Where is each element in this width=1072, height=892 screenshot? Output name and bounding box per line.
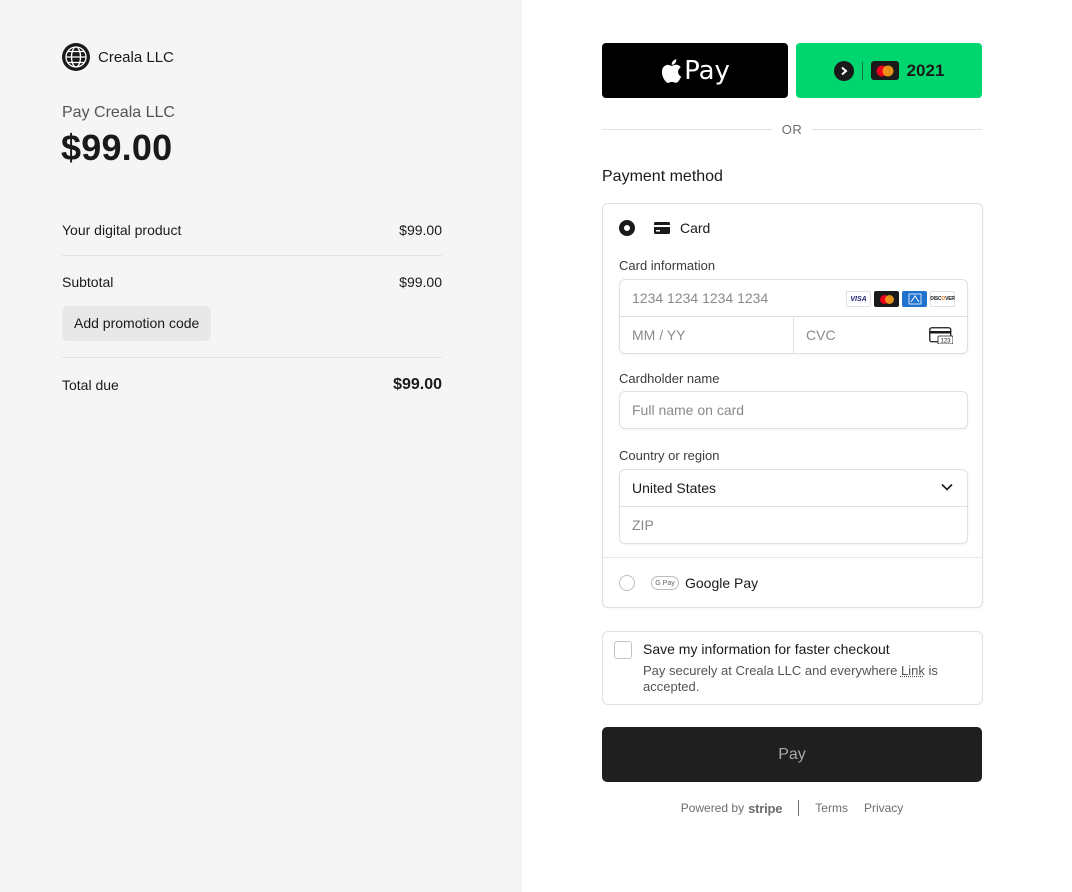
link-pay-button[interactable]: 2021: [796, 43, 982, 98]
total-label: Total due: [62, 377, 119, 393]
line-item-name: Your digital product: [62, 221, 182, 238]
payment-method-box: Card Card information 1234 1234 1234 123…: [602, 203, 983, 608]
billing-address-group: United States ZIP: [619, 469, 968, 544]
expiry-placeholder: MM / YY: [632, 327, 686, 343]
zip-input[interactable]: ZIP: [620, 507, 967, 543]
privacy-link[interactable]: Privacy: [864, 801, 903, 815]
cvc-placeholder: CVC: [806, 327, 836, 343]
footer: Powered by stripe Terms Privacy: [602, 800, 982, 816]
link-arrow-icon: [833, 60, 854, 81]
cardholder-name-label: Cardholder name: [619, 371, 720, 386]
amex-icon: [902, 291, 927, 307]
total-row: Total due $99.00: [62, 358, 442, 412]
cardholder-name-placeholder: Full name on card: [632, 402, 745, 418]
line-item-price: $99.00: [399, 221, 442, 238]
merchant-name: Creala LLC: [98, 48, 174, 66]
google-pay-radio[interactable]: [619, 575, 635, 591]
link-info-link[interactable]: Link: [901, 663, 925, 678]
country-select[interactable]: United States: [620, 470, 967, 506]
save-info-description: Pay securely at Creala LLC and everywher…: [643, 663, 963, 695]
express-checkout: Pay 2021: [602, 43, 982, 98]
cvc-input[interactable]: CVC 123: [794, 317, 967, 353]
link-card-year: 2021: [906, 60, 945, 80]
line-items: Your digital product $99.00 Subtotal $99…: [62, 213, 442, 412]
save-info-box: Save my information for faster checkout …: [602, 631, 983, 705]
pay-button[interactable]: Pay: [602, 727, 982, 782]
chevron-down-icon: [941, 483, 953, 491]
cardholder-name-group: Full name on card: [619, 391, 968, 429]
or-text: OR: [781, 122, 803, 137]
separator: [861, 61, 863, 80]
apple-pay-label: Pay: [684, 55, 730, 86]
card-number-placeholder: 1234 1234 1234 1234: [632, 290, 769, 306]
globe-icon: [62, 43, 90, 71]
powered-by-stripe[interactable]: Powered by stripe: [681, 801, 783, 816]
cardholder-name-input[interactable]: Full name on card: [620, 392, 967, 428]
line-item: Your digital product $99.00: [62, 213, 442, 246]
card-information-group: 1234 1234 1234 1234 VISA DISCOVER MM / Y…: [619, 279, 968, 354]
mastercard-icon: [870, 61, 899, 80]
card-option[interactable]: Card: [619, 220, 710, 236]
subtotal-label: Subtotal: [62, 274, 114, 290]
save-info-title: Save my information for faster checkout: [643, 641, 890, 657]
apple-icon: [661, 58, 682, 83]
footer-separator: [798, 800, 800, 816]
expiry-input[interactable]: MM / YY: [620, 317, 793, 353]
payment-panel: Pay 2021 OR Payment method Card Card inf…: [522, 0, 1072, 892]
discover-icon: DISCOVER: [930, 291, 955, 307]
card-brands: VISA DISCOVER: [846, 291, 955, 307]
visa-icon: VISA: [846, 291, 871, 307]
save-info-checkbox[interactable]: [614, 641, 632, 659]
card-icon: [654, 222, 670, 234]
amount-due: $99.00: [61, 127, 173, 168]
card-number-input[interactable]: 1234 1234 1234 1234 VISA DISCOVER: [620, 280, 967, 316]
terms-link[interactable]: Terms: [815, 801, 848, 815]
zip-placeholder: ZIP: [632, 517, 654, 533]
powered-by-text: Powered by: [680, 801, 745, 815]
apple-pay-button[interactable]: Pay: [602, 43, 788, 98]
card-radio[interactable]: [619, 220, 635, 236]
google-pay-badge-text: G Pay: [655, 579, 675, 587]
mastercard-icon: [874, 291, 899, 307]
card-information-label: Card information: [619, 258, 716, 273]
google-pay-icon: G Pay: [651, 576, 679, 590]
add-promotion-code-button[interactable]: Add promotion code: [62, 306, 212, 341]
subtotal-value: $99.00: [399, 274, 442, 290]
cvc-card-icon: 123: [929, 327, 953, 344]
or-divider: OR: [602, 122, 982, 137]
subtotal-row: Subtotal $99.00: [62, 256, 442, 306]
stripe-logo: stripe: [748, 800, 783, 816]
google-pay-option[interactable]: G Pay Google Pay: [603, 557, 982, 608]
card-option-label: Card: [680, 220, 711, 236]
total-value: $99.00: [393, 376, 442, 393]
order-summary-panel: Creala LLC Pay Creala LLC $99.00 Your di…: [0, 0, 522, 892]
cvc-icon-text: 123: [940, 338, 951, 344]
pay-to-label: Pay Creala LLC: [62, 104, 175, 121]
merchant-header: Creala LLC: [62, 43, 174, 71]
country-value: United States: [632, 480, 717, 496]
country-region-label: Country or region: [619, 448, 720, 463]
google-pay-label: Google Pay: [685, 575, 759, 591]
save-info-desc-before: Pay securely at Creala LLC and everywher…: [643, 663, 901, 678]
payment-method-title: Payment method: [602, 168, 723, 185]
